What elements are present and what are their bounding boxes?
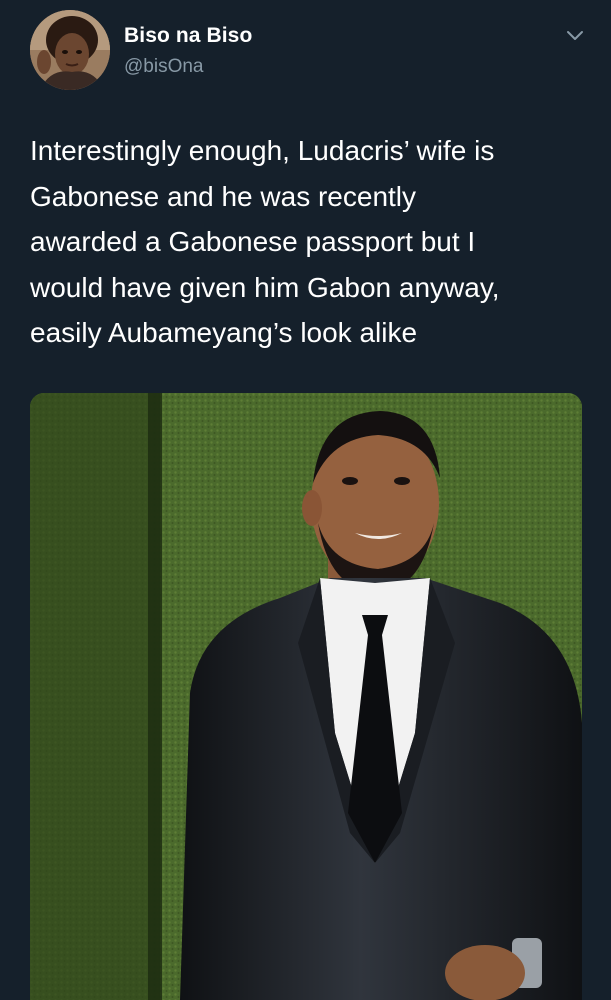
- chevron-down-icon[interactable]: [562, 26, 588, 46]
- tweet-text: Interestingly enough, Ludacris’ wife is …: [30, 135, 500, 348]
- avatar[interactable]: [30, 10, 110, 90]
- author-display-name[interactable]: Biso na Biso: [124, 24, 252, 48]
- tweet: Biso na Biso @bisOna Interestingly enoug…: [0, 0, 611, 1000]
- tweet-media-photo[interactable]: [30, 393, 582, 1000]
- author-handle[interactable]: @bisOna: [124, 56, 204, 78]
- photo-man-in-suit: [30, 393, 582, 1000]
- avatar-photo: [30, 10, 110, 90]
